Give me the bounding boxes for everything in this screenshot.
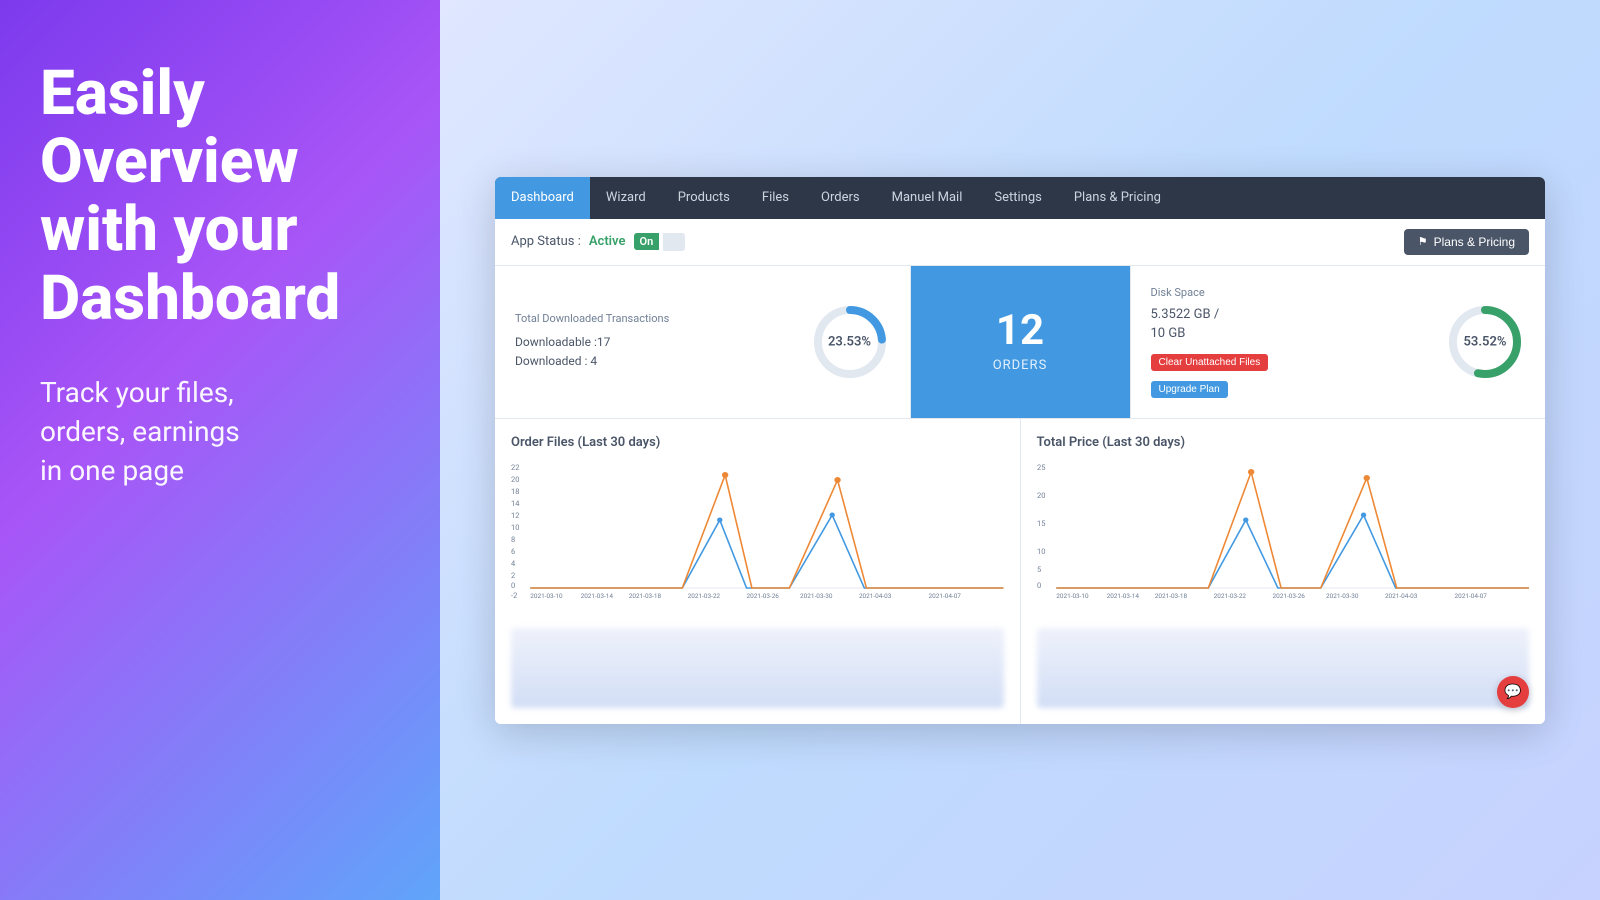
metrics-row: Total Downloaded Transactions Downloadab…: [495, 266, 1545, 419]
chat-icon: 💬: [1504, 684, 1521, 700]
upgrade-plan-button[interactable]: Upgrade Plan: [1151, 381, 1228, 398]
downloaded-stat: Downloaded : 4: [515, 352, 669, 371]
svg-text:4: 4: [511, 559, 515, 568]
svg-text:2021-04-07: 2021-04-07: [1454, 592, 1487, 600]
svg-text:8: 8: [511, 535, 515, 544]
chart2-svg: 25 20 15 10 5 0: [1037, 460, 1530, 600]
disk-card: Disk Space 5.3522 GB /10 GB Clear Unatta…: [1131, 266, 1546, 418]
svg-text:2021-04-07: 2021-04-07: [929, 592, 962, 600]
nav-wizard[interactable]: Wizard: [590, 177, 662, 219]
transactions-card: Total Downloaded Transactions Downloadab…: [495, 266, 911, 418]
transactions-info: Total Downloaded Transactions Downloadab…: [515, 312, 669, 371]
svg-text:18: 18: [511, 487, 519, 496]
svg-text:20: 20: [1037, 491, 1045, 500]
svg-text:5: 5: [1037, 565, 1041, 574]
chart1-title: Order Files (Last 30 days): [511, 435, 1004, 450]
svg-text:14: 14: [511, 499, 519, 508]
orders-count: 12: [996, 310, 1044, 352]
nav-orders[interactable]: Orders: [805, 177, 876, 219]
total-price-chart-card: Total Price (Last 30 days) 25 20 15 10 5…: [1021, 419, 1546, 724]
disk-percent: 53.52%: [1464, 334, 1507, 349]
chart2-area: 25 20 15 10 5 0: [1037, 460, 1530, 620]
svg-text:0: 0: [1037, 581, 1041, 590]
hero-headline: Easily Overview with your Dashboard: [40, 60, 400, 333]
clear-unattached-button[interactable]: Clear Unattached Files: [1151, 354, 1269, 371]
disk-info: Disk Space 5.3522 GB /10 GB Clear Unatta…: [1151, 286, 1269, 398]
app-window: Dashboard Wizard Products Files Orders M…: [495, 177, 1545, 724]
charts-section: Order Files (Last 30 days) 22 20 18 14 1…: [495, 419, 1545, 724]
chart1-blurred-data: [511, 628, 1004, 708]
toggle-wrapper[interactable]: On: [634, 233, 686, 251]
svg-text:2021-04-03: 2021-04-03: [859, 592, 892, 600]
flag-icon: ⚑: [1418, 235, 1428, 248]
svg-text:10: 10: [1037, 547, 1045, 556]
svg-text:2021-03-14: 2021-03-14: [581, 592, 614, 600]
svg-text:2021-03-14: 2021-03-14: [1106, 592, 1139, 600]
svg-text:2021-03-18: 2021-03-18: [1154, 592, 1187, 600]
nav-files[interactable]: Files: [746, 177, 805, 219]
disk-title: Disk Space: [1151, 286, 1269, 299]
hero-subtext: Track your files,orders, earningsin one …: [40, 373, 400, 491]
disk-donut: 53.52%: [1445, 302, 1525, 382]
status-label: App Status :: [511, 234, 581, 249]
nav-dashboard[interactable]: Dashboard: [495, 177, 590, 219]
svg-text:2021-03-22: 2021-03-22: [688, 592, 721, 600]
svg-text:2021-03-18: 2021-03-18: [629, 592, 662, 600]
nav-settings[interactable]: Settings: [978, 177, 1057, 219]
nav-products[interactable]: Products: [662, 177, 746, 219]
svg-text:2021-03-30: 2021-03-30: [1326, 592, 1359, 600]
toggle-off: [663, 233, 685, 251]
chart2-blurred-data: [1037, 628, 1530, 708]
transactions-donut: 23.53%: [810, 302, 890, 382]
chart1-area: 22 20 18 14 12 10 8 6 4 2 0 -2: [511, 460, 1004, 620]
status-left: App Status : Active On: [511, 233, 685, 251]
svg-text:12: 12: [511, 511, 519, 520]
orders-label: ORDERS: [993, 358, 1048, 373]
nav-manuelmail[interactable]: Manuel Mail: [876, 177, 979, 219]
svg-text:0: 0: [511, 581, 515, 590]
nav-bar: Dashboard Wizard Products Files Orders M…: [495, 177, 1545, 219]
svg-text:-2: -2: [511, 591, 517, 600]
svg-text:2021-03-26: 2021-03-26: [1272, 592, 1305, 600]
svg-text:2021-03-22: 2021-03-22: [1213, 592, 1246, 600]
orders-card: 12 ORDERS: [911, 266, 1131, 418]
svg-text:6: 6: [511, 547, 515, 556]
svg-text:15: 15: [1037, 519, 1045, 528]
chart2-title: Total Price (Last 30 days): [1037, 435, 1530, 450]
plans-pricing-button[interactable]: ⚑ Plans & Pricing: [1404, 229, 1529, 255]
right-panel: Dashboard Wizard Products Files Orders M…: [440, 0, 1600, 900]
svg-text:10: 10: [511, 523, 519, 532]
plans-btn-label: Plans & Pricing: [1434, 235, 1515, 249]
left-panel: Easily Overview with your Dashboard Trac…: [0, 0, 440, 900]
svg-text:2021-04-03: 2021-04-03: [1384, 592, 1417, 600]
svg-text:2021-03-30: 2021-03-30: [800, 592, 833, 600]
svg-text:25: 25: [1037, 463, 1045, 472]
toggle-on-label: On: [634, 233, 660, 250]
svg-text:2021-03-10: 2021-03-10: [530, 592, 563, 600]
hero-text: Easily Overview with your Dashboard Trac…: [40, 60, 400, 490]
status-bar: App Status : Active On ⚑ Plans & Pricing: [495, 219, 1545, 266]
float-action-button[interactable]: 💬: [1497, 676, 1529, 708]
chart1-svg: 22 20 18 14 12 10 8 6 4 2 0 -2: [511, 460, 1004, 600]
svg-text:2021-03-10: 2021-03-10: [1056, 592, 1089, 600]
transactions-percent: 23.53%: [828, 334, 871, 349]
downloadable-stat: Downloadable :17: [515, 333, 669, 352]
svg-text:20: 20: [511, 475, 519, 484]
status-active: Active: [589, 234, 626, 249]
disk-usage: 5.3522 GB /10 GB: [1151, 305, 1269, 344]
svg-text:2: 2: [511, 571, 515, 580]
nav-plans[interactable]: Plans & Pricing: [1058, 177, 1177, 219]
svg-text:2021-03-26: 2021-03-26: [747, 592, 780, 600]
transactions-title: Total Downloaded Transactions: [515, 312, 669, 325]
order-files-chart-card: Order Files (Last 30 days) 22 20 18 14 1…: [495, 419, 1021, 724]
svg-text:22: 22: [511, 463, 519, 472]
